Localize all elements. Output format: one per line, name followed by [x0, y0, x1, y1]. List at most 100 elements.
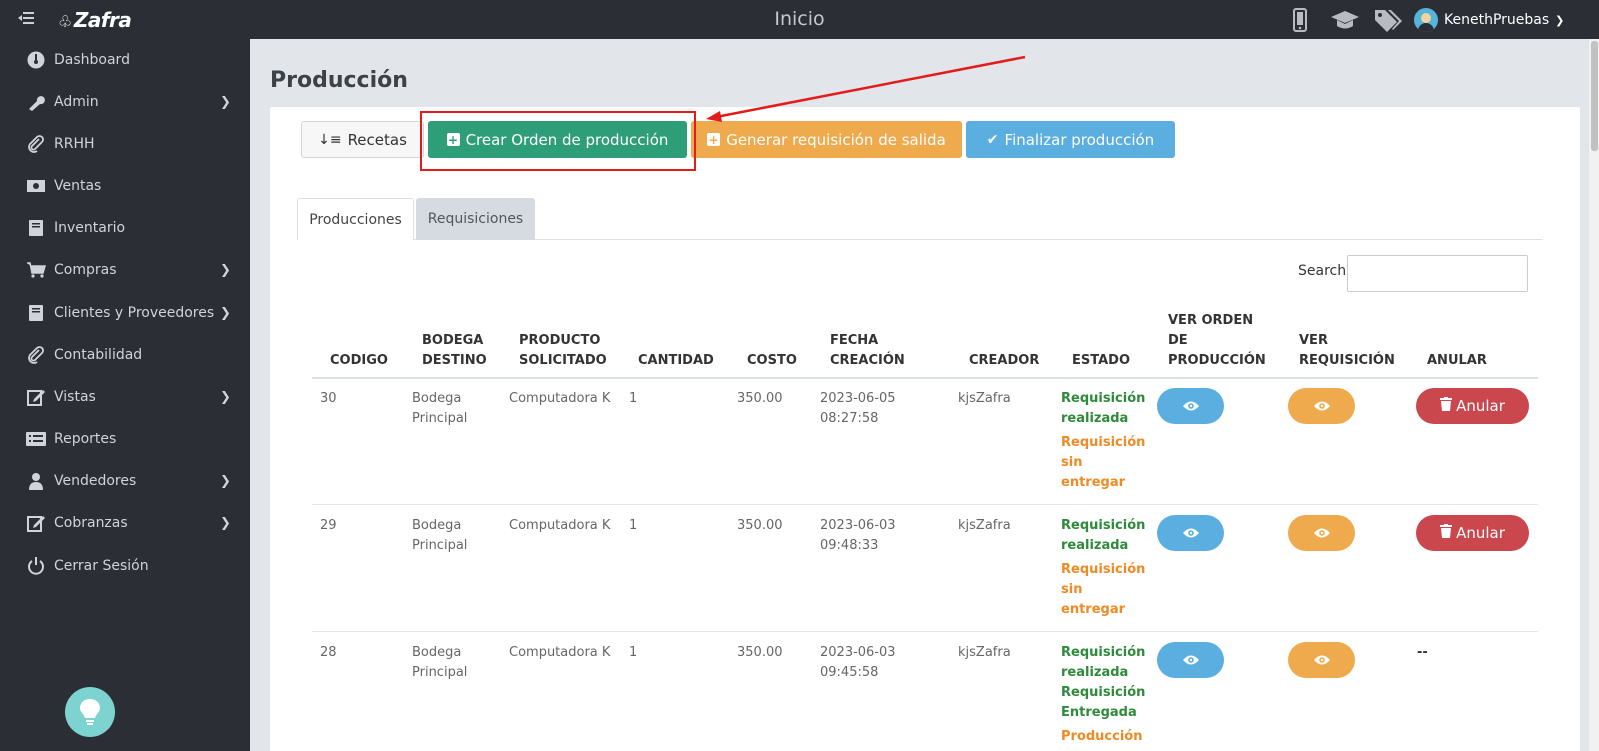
sort-icon: ↓≡ [318, 131, 342, 148]
cell-costo: 350.00 [737, 391, 783, 406]
th-codigo[interactable]: CODIGO [330, 351, 388, 371]
cell-line: entregar [1061, 602, 1126, 617]
cell-line: Requisición [1061, 562, 1146, 577]
sidebar-item-vendedores[interactable]: Vendedores ❯ [0, 466, 250, 496]
th-ver-orden[interactable]: VER ORDEN DE PRODUCCIÓN [1168, 311, 1266, 371]
generar-requisicion-button[interactable]: + Generar requisición de salida [691, 121, 962, 158]
cell-line: Bodega [412, 518, 462, 533]
th-costo[interactable]: COSTO [747, 351, 797, 371]
row-divider [312, 504, 1538, 505]
chevron-right-icon: ❯ [220, 305, 231, 321]
user-menu[interactable]: KenethPruebas ❯ [1414, 8, 1564, 32]
cell-estado: Requisición realizada Requisición Entregada… [1061, 643, 1145, 747]
sidebar-item-reportes[interactable]: Reportes [0, 424, 250, 454]
tab-requisiciones[interactable]: Requisiciones [416, 198, 535, 240]
cell-estado: Requisición realizada Requisición sin entreg… [1061, 389, 1145, 493]
eye-icon [1182, 524, 1200, 543]
topbar: ♧ Zafra Inicio KenethPruebas ❯ [0, 0, 1599, 39]
sidebar-item-cerrar-sesi-n[interactable]: Cerrar Sesión [0, 551, 250, 581]
th-ver-requisicion[interactable]: VER REQUISICIÓN [1299, 331, 1395, 371]
sidebar-item-admin[interactable]: Admin ❯ [0, 87, 250, 117]
sidebar-item-rrhh[interactable]: RRHH [0, 129, 250, 159]
th-creador[interactable]: CREADOR [969, 351, 1039, 371]
scrollbar-thumb[interactable] [1591, 41, 1598, 151]
user-icon [26, 471, 46, 491]
cell-fecha: 2023-06-05 08:27:58 [820, 389, 896, 429]
sidebar-item-clientes-y-proveedores[interactable]: Clientes y Proveedores ❯ [0, 298, 250, 328]
cell-producto: Computadora K [509, 645, 611, 660]
cell-line: Producción [1061, 729, 1143, 744]
ver-requisicion-button[interactable] [1288, 515, 1355, 551]
cell-bodega: Bodega Principal [412, 516, 467, 556]
sidebar-item-label: Dashboard [54, 52, 130, 68]
cell-bodega: Bodega Principal [412, 389, 467, 429]
chevron-down-icon: ❯ [1555, 13, 1565, 27]
cell-line: sin [1061, 455, 1083, 470]
anular-button[interactable]: Anular [1416, 515, 1529, 551]
sidebar-item-label: Vendedores [54, 473, 137, 489]
row-divider [312, 631, 1538, 632]
cell-line: Requisición [1061, 518, 1146, 533]
cell-line: Bodega [412, 645, 462, 660]
cell-cantidad: 1 [629, 518, 638, 533]
sidebar-item-contabilidad[interactable]: Contabilidad [0, 340, 250, 370]
cell-line: sin [1061, 582, 1083, 597]
sidebar-item-dashboard[interactable]: Dashboard [0, 45, 250, 75]
cell-line: entregar [1061, 475, 1126, 490]
table-header-divider [312, 377, 1538, 379]
brand-logo[interactable]: ♧ Zafra [58, 8, 132, 32]
cell-line: realizada [1061, 538, 1129, 553]
cell-line: realizada [1061, 411, 1129, 426]
th-producto[interactable]: PRODUCTO SOLICITADO [519, 331, 607, 371]
cell-creador: kjsZafra [958, 645, 1011, 660]
cell-fecha: 2023-06-03 09:45:58 [820, 643, 896, 683]
chevron-right-icon: ❯ [220, 389, 231, 405]
sidebar-item-cobranzas[interactable]: Cobranzas ❯ [0, 508, 250, 538]
ver-requisicion-button[interactable] [1288, 642, 1355, 678]
th-estado[interactable]: ESTADO [1072, 351, 1130, 371]
page-title: Producción [270, 68, 408, 93]
cell-line: Entregada [1061, 705, 1137, 720]
th-bodega[interactable]: BODEGA DESTINO [422, 331, 487, 371]
wrench-icon [26, 92, 46, 112]
sidebar-item-label: Contabilidad [54, 347, 143, 363]
search-input[interactable] [1347, 255, 1528, 292]
sidebar-item-vistas[interactable]: Vistas ❯ [0, 382, 250, 412]
cell-bodega: Bodega Principal [412, 643, 467, 683]
anular-button[interactable]: Anular [1416, 388, 1529, 424]
eye-icon [1313, 651, 1331, 670]
tags-icon[interactable] [1373, 8, 1403, 36]
anular-label: Anular [1456, 397, 1505, 415]
dashboard-icon [26, 50, 46, 70]
graduation-cap-icon[interactable] [1330, 10, 1360, 34]
finalizar-produccion-button[interactable]: ✔ Finalizar producción [966, 121, 1175, 158]
recetas-button[interactable]: ↓≡ Recetas [301, 121, 424, 158]
sidebar-item-ventas[interactable]: Ventas [0, 171, 250, 201]
trash-icon [1440, 524, 1453, 542]
cell-costo: 350.00 [737, 645, 783, 660]
sidebar-item-label: Reportes [54, 431, 117, 447]
chevron-right-icon: ❯ [220, 515, 231, 531]
tab-producciones[interactable]: Producciones [297, 198, 414, 240]
sidebar-item-inventario[interactable]: Inventario [0, 213, 250, 243]
anular-label: Anular [1456, 524, 1505, 542]
mobile-icon[interactable] [1292, 8, 1308, 36]
cell-line: Requisición [1061, 645, 1146, 660]
th-fecha[interactable]: FECHA CREACIÓN [830, 331, 905, 371]
ver-orden-button[interactable] [1157, 388, 1224, 424]
ver-orden-button[interactable] [1157, 515, 1224, 551]
sidebar-item-compras[interactable]: Compras ❯ [0, 255, 250, 285]
lightbulb-icon[interactable] [65, 687, 115, 737]
eye-icon [1313, 524, 1331, 543]
ver-requisicion-button[interactable] [1288, 388, 1355, 424]
ver-orden-button[interactable] [1157, 642, 1224, 678]
menu-toggle-icon[interactable] [18, 10, 36, 28]
th-anular[interactable]: ANULAR [1427, 351, 1487, 371]
cell-estado: Requisición realizada Requisición sin entreg… [1061, 516, 1145, 620]
th-cantidad[interactable]: CANTIDAD [638, 351, 714, 371]
eye-icon [1313, 397, 1331, 416]
list-icon [26, 429, 46, 449]
eye-icon [1182, 397, 1200, 416]
cell-line: Principal [412, 538, 468, 553]
check-icon: ✔ [986, 131, 999, 148]
